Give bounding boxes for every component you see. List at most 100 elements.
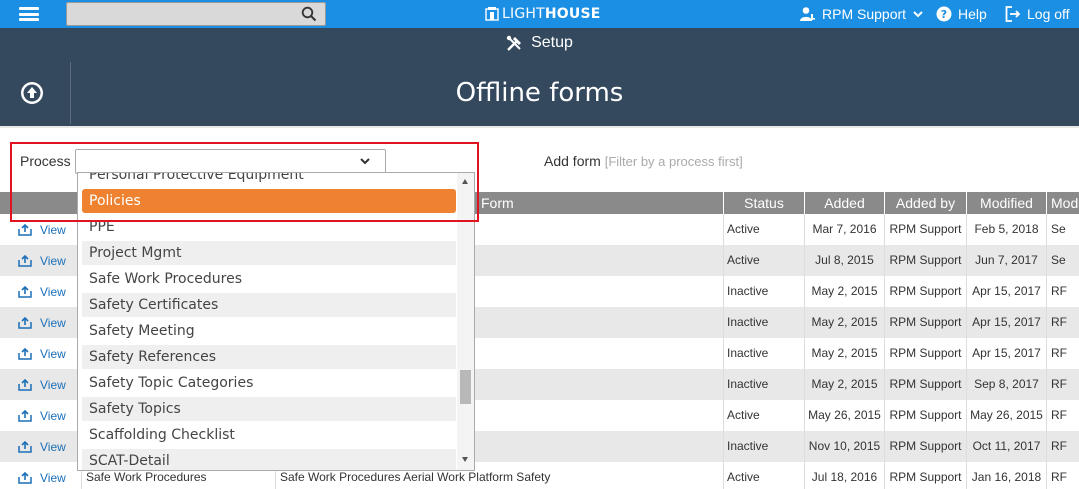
- header-mod[interactable]: Mod: [1047, 192, 1079, 214]
- logout-link[interactable]: Log off: [1005, 0, 1070, 28]
- header-view: [0, 192, 82, 214]
- cell-added: May 2, 2015: [805, 369, 885, 400]
- cell-mod: RF: [1051, 408, 1067, 422]
- view-link[interactable]: View: [18, 338, 66, 369]
- view-link[interactable]: View: [18, 214, 66, 245]
- header-status[interactable]: Status: [724, 192, 805, 214]
- dropdown-option[interactable]: Safety Certificates: [82, 293, 456, 317]
- search-icon[interactable]: [301, 6, 317, 22]
- view-label: View: [40, 377, 66, 392]
- dropdown-scrollbar[interactable]: [457, 173, 474, 470]
- page-header: Setup Offline forms: [0, 28, 1079, 126]
- chevron-down-icon: [360, 158, 370, 165]
- view-label: View: [40, 470, 66, 485]
- cell-added-by: RPM Support: [885, 245, 967, 276]
- cell-added: Mar 7, 2016: [805, 214, 885, 245]
- top-bar: LIGHT HOUSE RPM Support ? Help Log off: [0, 0, 1079, 28]
- view-link[interactable]: View: [18, 431, 66, 462]
- user-menu[interactable]: RPM Support: [800, 0, 924, 28]
- dropdown-option[interactable]: PPE: [82, 215, 456, 239]
- lighthouse-icon: [485, 7, 499, 21]
- logo-house-text: HOUSE: [544, 6, 601, 22]
- dropdown-option[interactable]: SCAT-Detail: [82, 449, 456, 470]
- header-added-by[interactable]: Added by: [885, 192, 967, 214]
- cell-added-by: RPM Support: [885, 338, 967, 369]
- cell-modified: Jan 16, 2018: [967, 462, 1047, 489]
- view-icon: [18, 254, 32, 267]
- cell-modified: Apr 15, 2017: [967, 338, 1047, 369]
- view-link[interactable]: View: [18, 369, 66, 400]
- setup-section: Setup: [0, 34, 1079, 52]
- view-icon: [18, 347, 32, 360]
- user-key-icon: [800, 7, 815, 21]
- cell-added: Jul 8, 2015: [805, 245, 885, 276]
- cell-added-by: RPM Support: [885, 462, 967, 489]
- hamburger-icon[interactable]: [19, 7, 39, 21]
- cell-added-by: RPM Support: [885, 214, 967, 245]
- dropdown-option[interactable]: Scaffolding Checklist: [82, 423, 456, 447]
- view-icon: [18, 440, 32, 453]
- cell-modified: Apr 15, 2017: [967, 276, 1047, 307]
- cell-mod: RF: [1051, 315, 1067, 329]
- header-modified[interactable]: Modified: [967, 192, 1047, 214]
- scroll-up-icon[interactable]: [462, 179, 468, 184]
- cell-mod: RF: [1051, 377, 1067, 391]
- logo-light-text: LIGHT: [502, 6, 545, 22]
- view-label: View: [40, 439, 66, 454]
- chevron-down-icon: [913, 11, 923, 18]
- scroll-thumb[interactable]: [460, 370, 471, 404]
- cell-status: Active: [724, 214, 805, 245]
- view-label: View: [40, 222, 66, 237]
- cell-status: Active: [724, 400, 805, 431]
- help-label: Help: [958, 6, 987, 22]
- lighthouse-logo[interactable]: LIGHT HOUSE: [485, 5, 601, 23]
- cell-status: Inactive: [724, 431, 805, 462]
- dropdown-option[interactable]: Safety Topic Categories: [82, 371, 456, 395]
- cell-added-by: RPM Support: [885, 400, 967, 431]
- search-input[interactable]: [66, 2, 326, 26]
- user-name: RPM Support: [822, 6, 907, 22]
- cell-mod: RF: [1051, 284, 1067, 298]
- view-label: View: [40, 408, 66, 423]
- view-link[interactable]: View: [18, 276, 66, 307]
- view-icon: [18, 316, 32, 329]
- view-link[interactable]: View: [18, 307, 66, 338]
- cell-status: Active: [724, 462, 805, 489]
- cell-mod: RF: [1051, 439, 1067, 453]
- view-icon: [18, 285, 32, 298]
- view-link[interactable]: View: [18, 245, 66, 276]
- view-link[interactable]: View: [18, 462, 66, 489]
- view-link[interactable]: View: [18, 400, 66, 431]
- dropdown-option[interactable]: Safety References: [82, 345, 456, 369]
- dropdown-option[interactable]: Safety Meeting: [82, 319, 456, 343]
- dropdown-option[interactable]: Policies: [82, 189, 456, 213]
- process-dropdown-list[interactable]: Personal Protective Equipment Policies PPE…: [77, 172, 475, 471]
- page-title: Offline forms: [455, 78, 624, 108]
- add-form-hint: [Filter by a process first]: [604, 154, 743, 169]
- dropdown-option[interactable]: Project Mgmt: [82, 241, 456, 265]
- process-select[interactable]: [75, 149, 386, 174]
- dropdown-option[interactable]: Safe Work Procedures: [82, 267, 456, 291]
- help-icon: ?: [936, 6, 952, 22]
- cell-status: Active: [724, 245, 805, 276]
- dropdown-option[interactable]: Personal Protective Equipment: [82, 173, 456, 187]
- cell-added: Nov 10, 2015: [805, 431, 885, 462]
- tools-icon: [506, 35, 522, 51]
- view-label: View: [40, 346, 66, 361]
- header-added[interactable]: Added: [805, 192, 885, 214]
- cell-status: Inactive: [724, 307, 805, 338]
- scroll-down-icon[interactable]: [462, 457, 468, 462]
- help-link[interactable]: ? Help: [936, 0, 987, 28]
- logout-icon: [1005, 6, 1021, 22]
- view-icon: [18, 471, 32, 484]
- svg-text:?: ?: [941, 8, 947, 21]
- add-form: Add form [Filter by a process first]: [544, 153, 743, 169]
- cell-added-by: RPM Support: [885, 307, 967, 338]
- cell-modified: May 26, 2015: [967, 400, 1047, 431]
- process-label: Process: [20, 153, 71, 169]
- cell-added: May 26, 2015: [805, 400, 885, 431]
- dropdown-option[interactable]: Safety Topics: [82, 397, 456, 421]
- cell-modified: Jun 7, 2017: [967, 245, 1047, 276]
- cell-added-by: RPM Support: [885, 276, 967, 307]
- cell-added: Jul 18, 2016: [805, 462, 885, 489]
